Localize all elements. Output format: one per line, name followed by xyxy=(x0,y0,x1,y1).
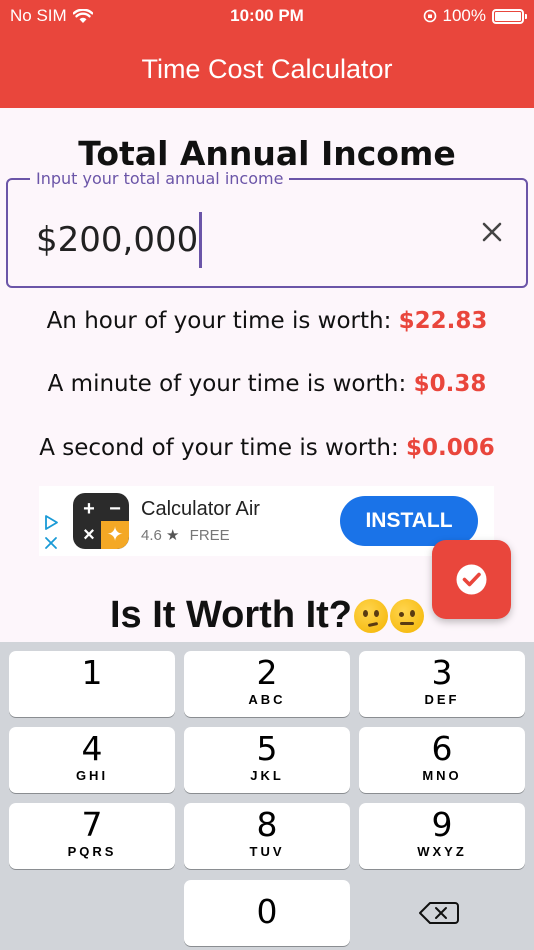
key-8-digit: 8 xyxy=(256,805,278,844)
thinking-face-icon xyxy=(354,598,389,633)
ad-meta: 4.6 ★ FREE xyxy=(141,526,230,544)
key-1[interactable]: 1 xyxy=(9,651,175,717)
minute-worth-row: A minute of your time is worth: $0.38 xyxy=(0,371,534,397)
second-worth-row: A second of your time is worth: $0.006 xyxy=(0,435,534,461)
calculator-app-icon: + − × ✦ xyxy=(73,493,129,549)
key-6-digit: 6 xyxy=(431,729,453,768)
key-7-letters: PQRS xyxy=(67,844,117,859)
minute-worth-label: A minute of your time is worth: xyxy=(47,371,414,397)
income-input[interactable]: $200,000 xyxy=(36,212,202,268)
key-5-digit: 5 xyxy=(256,729,278,768)
key-6-letters: MNO xyxy=(422,768,462,783)
second-worth-label: A second of your time is worth: xyxy=(39,435,407,461)
clear-icon[interactable] xyxy=(478,218,506,246)
key-8-letters: TUV xyxy=(249,844,285,859)
orientation-lock-icon xyxy=(423,9,436,23)
key-0-digit: 0 xyxy=(256,892,278,931)
status-right: 100% xyxy=(423,6,527,26)
worth-it-heading: Is It Worth It? xyxy=(109,594,353,636)
key-4-digit: 4 xyxy=(81,729,103,768)
raised-eyebrow-face-icon xyxy=(390,598,425,633)
key-4-letters: GHI xyxy=(75,768,109,783)
battery-percent: 100% xyxy=(442,6,486,25)
second-worth-value: $0.006 xyxy=(406,435,495,461)
key-3-digit: 3 xyxy=(431,653,453,692)
key-0[interactable]: 0 xyxy=(184,880,350,946)
key-5-letters: JKL xyxy=(250,768,284,783)
battery-icon xyxy=(492,8,527,24)
ad-choices-icon[interactable] xyxy=(43,514,59,554)
app-bar: Time Cost Calculator xyxy=(0,30,534,108)
key-2-digit: 2 xyxy=(256,653,278,692)
numeric-keypad: 1 2 ABC 3 DEF 4 GHI 5 JKL 6 MNO 7 PQRS 8… xyxy=(0,642,534,950)
income-heading: Total Annual Income xyxy=(78,134,456,173)
key-7[interactable]: 7 PQRS xyxy=(9,803,175,869)
ad-price: FREE xyxy=(189,527,230,544)
key-2[interactable]: 2 ABC xyxy=(184,651,350,717)
key-3-letters: DEF xyxy=(424,692,460,707)
key-2-letters: ABC xyxy=(248,692,286,707)
key-5[interactable]: 5 JKL xyxy=(184,727,350,793)
backspace-key[interactable] xyxy=(358,880,524,946)
hour-worth-row: An hour of your time is worth: $22.83 xyxy=(0,308,534,334)
backspace-icon xyxy=(419,902,459,924)
star-icon: ★ xyxy=(166,527,180,544)
key-9-digit: 9 xyxy=(431,805,453,844)
key-8[interactable]: 8 TUV xyxy=(184,803,350,869)
hour-worth-label: An hour of your time is worth: xyxy=(46,308,399,334)
key-9[interactable]: 9 WXYZ xyxy=(359,803,525,869)
key-1-digit: 1 xyxy=(81,653,103,692)
ad-banner[interactable]: + − × ✦ Calculator Air 4.6 ★ FREE INSTAL… xyxy=(39,486,494,556)
worth-it-heading-row: Is It Worth It? xyxy=(0,594,534,637)
minute-worth-value: $0.38 xyxy=(413,371,487,397)
income-input-field[interactable]: Input your total annual income $200,000 xyxy=(6,169,528,288)
hour-worth-value: $22.83 xyxy=(398,308,488,334)
key-6[interactable]: 6 MNO xyxy=(359,727,525,793)
key-4[interactable]: 4 GHI xyxy=(9,727,175,793)
ad-rating: 4.6 xyxy=(141,527,162,544)
ad-app-name: Calculator Air xyxy=(141,498,260,520)
install-button[interactable]: INSTALL xyxy=(340,496,478,546)
text-caret xyxy=(199,212,202,268)
income-input-value: $200,000 xyxy=(36,220,199,260)
key-3[interactable]: 3 DEF xyxy=(359,651,525,717)
status-bar: No SIM 10:00 PM 100% xyxy=(0,0,534,30)
income-input-label: Input your total annual income xyxy=(30,169,290,188)
key-7-digit: 7 xyxy=(81,805,103,844)
key-9-letters: WXYZ xyxy=(417,844,467,859)
app-title: Time Cost Calculator xyxy=(141,54,393,84)
